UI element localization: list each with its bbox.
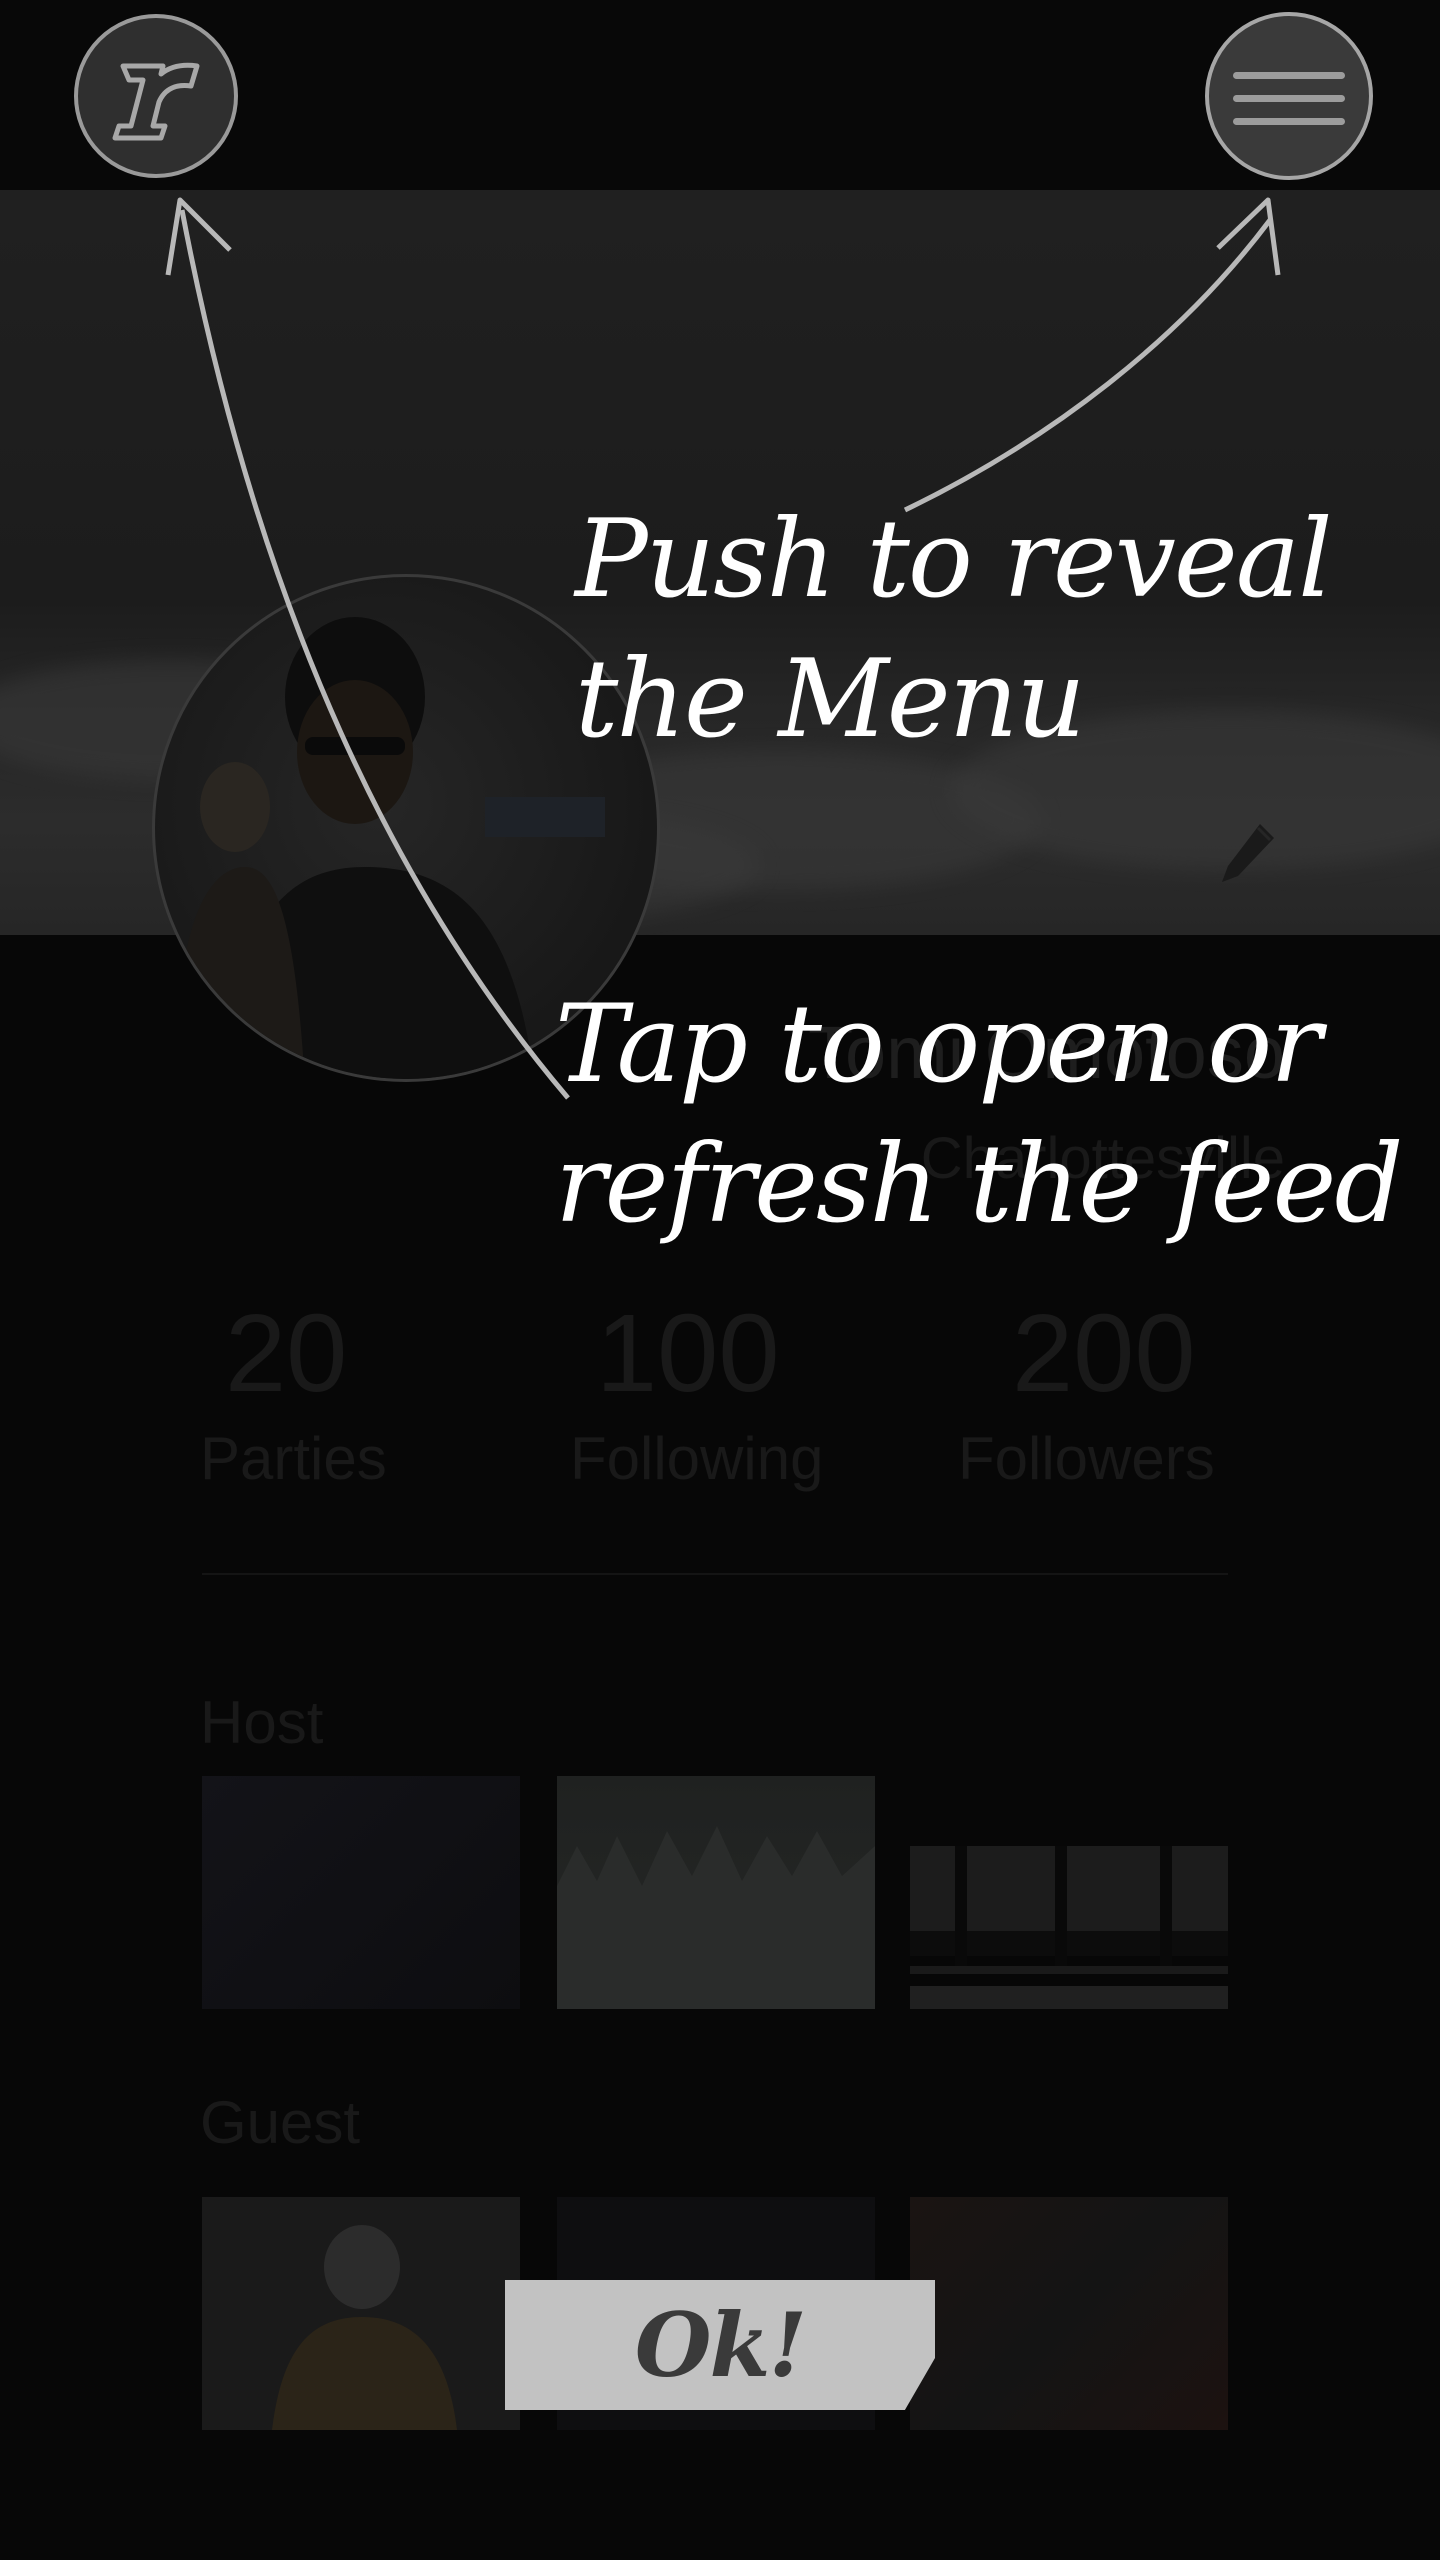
- menu-hint-text: Push to reveal the Menu: [575, 490, 1333, 771]
- host-section-title: Host: [200, 1689, 324, 1756]
- divider: [202, 1573, 1228, 1575]
- guest-party-thumbnail[interactable]: [202, 2197, 520, 2430]
- stat-following-value: 100: [596, 1292, 780, 1415]
- hamburger-bar: [1233, 95, 1345, 102]
- menu-hint-line-2: the Menu: [575, 637, 1086, 763]
- stat-followers-value: 200: [1012, 1292, 1196, 1415]
- stat-following-label[interactable]: Following: [570, 1424, 823, 1493]
- person-beanie-image: [272, 2225, 457, 2430]
- stat-followers-label[interactable]: Followers: [958, 1424, 1215, 1493]
- guest-section-title: Guest: [200, 2089, 361, 2156]
- stat-parties-value: 20: [225, 1292, 348, 1415]
- hamburger-menu-icon: [1233, 72, 1345, 79]
- station-image: [910, 1846, 1228, 2009]
- host-party-thumbnail[interactable]: [202, 1776, 520, 2009]
- stat-parties-label[interactable]: Parties: [200, 1424, 387, 1493]
- ok-dismiss-button[interactable]: Ok!: [505, 2280, 935, 2410]
- host-party-thumbnail[interactable]: [910, 1776, 1228, 2009]
- menu-hint-line-1: Push to reveal: [575, 497, 1333, 622]
- host-party-thumbnail[interactable]: [557, 1776, 875, 2009]
- pencil-icon[interactable]: [1218, 820, 1278, 892]
- guest-party-thumbnail[interactable]: [910, 2197, 1228, 2430]
- forest-image: [557, 1826, 875, 2009]
- hamburger-bar: [1233, 118, 1345, 125]
- feed-hint-line-2: refresh the feed: [555, 1122, 1404, 1248]
- feed-hint-line-1: Tap to open or: [555, 982, 1322, 1107]
- feed-hint-text: Tap to open or refresh the feed: [555, 975, 1404, 1256]
- hamburger-menu-button[interactable]: [1205, 12, 1373, 180]
- brand-r-logo-icon: [112, 62, 200, 141]
- logo-feed-button[interactable]: [74, 14, 238, 178]
